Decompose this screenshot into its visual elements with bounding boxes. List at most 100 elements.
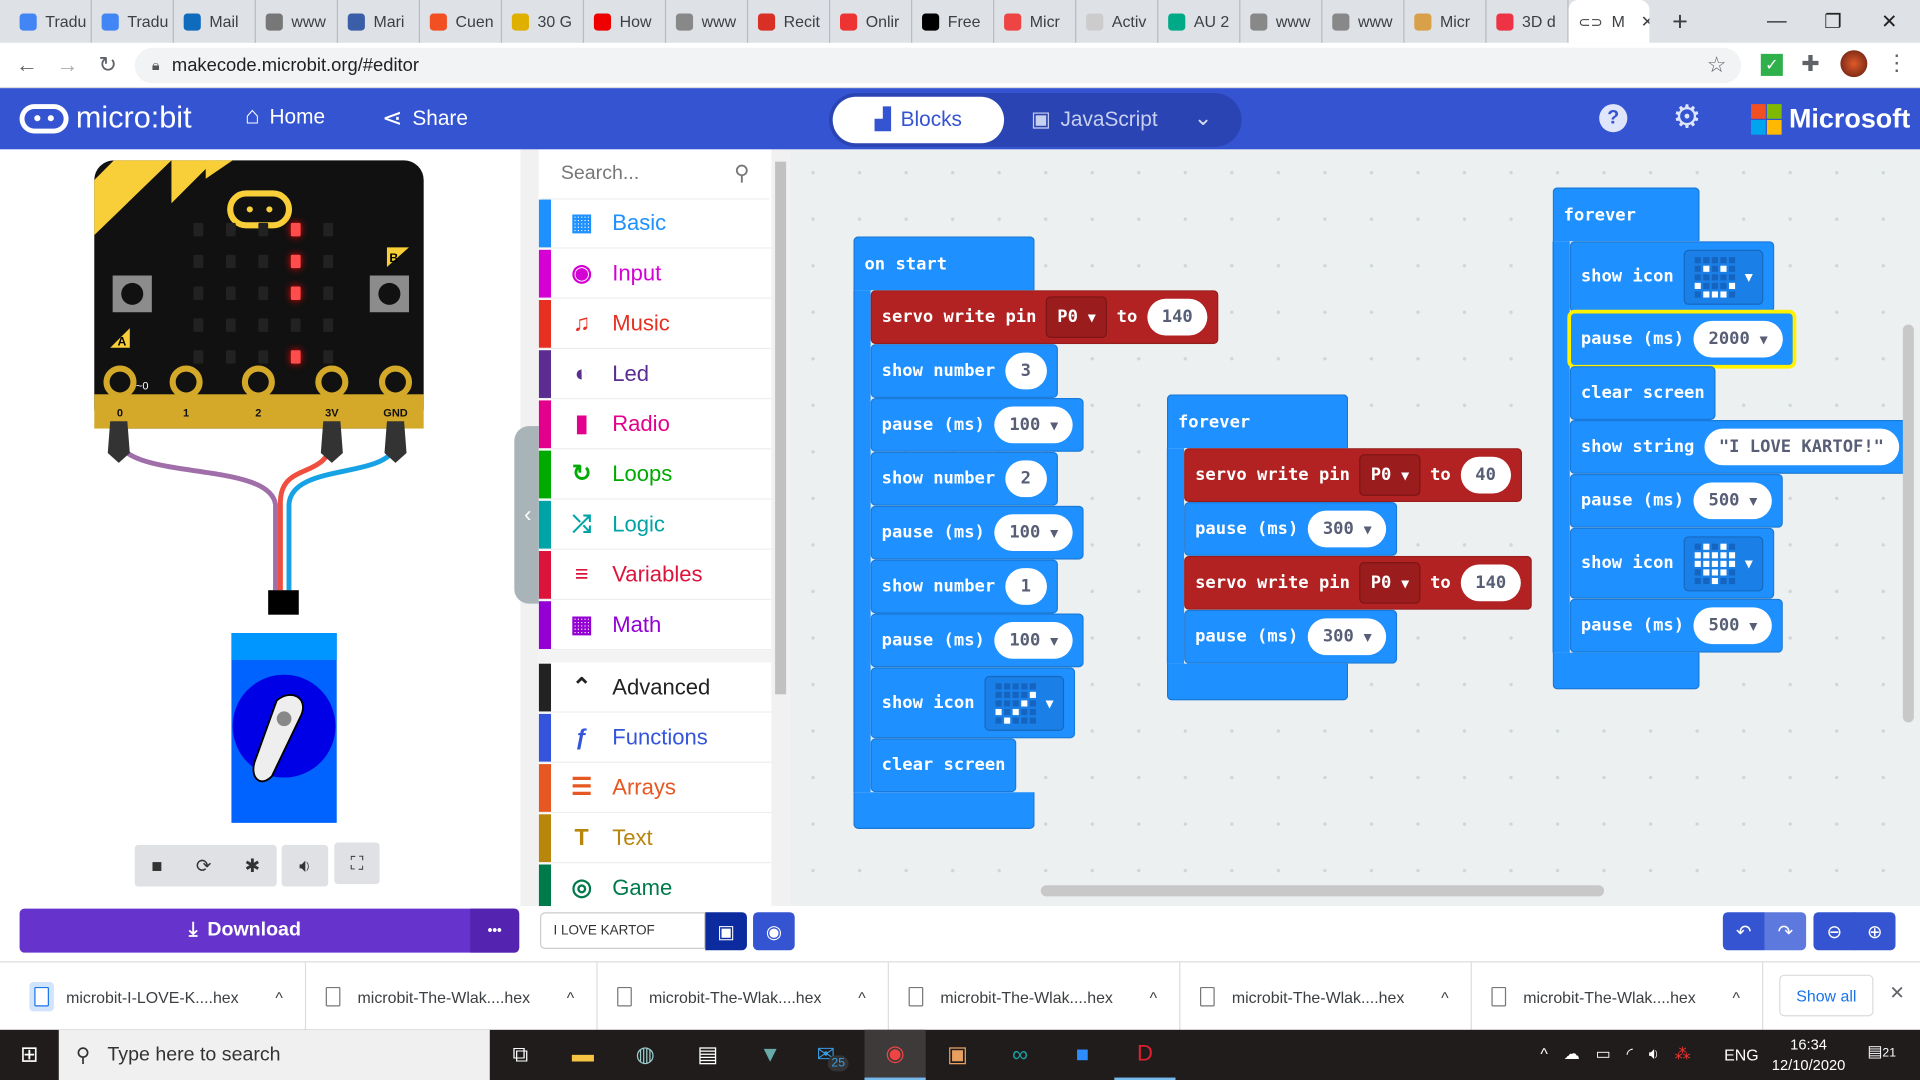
event-block-forever[interactable]: forever <box>1553 187 1700 241</box>
microsoft-logo[interactable]: Microsoft <box>1751 103 1910 135</box>
toolbox-search-input[interactable]: Search...⚲ <box>541 149 769 199</box>
mail-icon[interactable]: ✉25 <box>802 1030 863 1080</box>
value-dropdown[interactable]: 500▼ <box>1694 607 1772 644</box>
pause-ms-block[interactable]: pause (ms)100▼ <box>871 398 1084 452</box>
predator-icon[interactable]: ▼ <box>740 1030 801 1080</box>
pin-dropdown[interactable]: P0▼ <box>1360 562 1421 604</box>
restart-icon[interactable]: ⟳ <box>196 855 211 877</box>
value-dropdown[interactable]: 100▼ <box>995 407 1073 444</box>
browser-tab[interactable]: Onlir <box>830 0 912 43</box>
number-input[interactable]: 40 <box>1461 457 1511 494</box>
pause-ms-block[interactable]: pause (ms)500▼ <box>1570 599 1783 653</box>
zoom-app-icon[interactable]: ■ <box>1052 1030 1113 1080</box>
chevron-down-icon[interactable]: ⌄ <box>1194 105 1212 131</box>
browser-tab[interactable]: www <box>1240 0 1322 43</box>
number-input[interactable]: 140 <box>1147 299 1207 336</box>
project-name-input[interactable] <box>540 912 705 949</box>
search-icon[interactable]: ⚲ <box>734 162 749 186</box>
string-input[interactable]: "I LOVE KARTOF!" <box>1704 429 1899 466</box>
extension-check-icon[interactable]: ✓ <box>1761 54 1783 76</box>
javascript-tab[interactable]: ▣JavaScript <box>1031 108 1158 132</box>
download-item[interactable]: microbit-The-Wlak....hex^ <box>1472 962 1763 1031</box>
event-block-on-start[interactable]: on start <box>853 236 1034 290</box>
extensions-puzzle-icon[interactable]: ✚ <box>1801 51 1819 77</box>
toolbox-category-led[interactable]: ◐Led <box>539 350 772 399</box>
download-button[interactable]: ⤓Download ••• <box>20 909 520 953</box>
browser-tab[interactable]: Activ <box>1076 0 1158 43</box>
show-icon-block[interactable]: show icon▼ <box>871 667 1076 738</box>
browser-tab[interactable]: Cuen <box>420 0 502 43</box>
store-icon[interactable]: ▤ <box>677 1030 738 1080</box>
pin-dropdown[interactable]: P0▼ <box>1360 454 1421 496</box>
url-field[interactable]: 🔒︎ makecode.microbit.org/#editor ☆ <box>135 48 1742 84</box>
github-button[interactable]: ◉ <box>753 912 795 950</box>
clock[interactable]: 16:3412/10/2020 <box>1769 1035 1847 1077</box>
browser-tab[interactable]: Free <box>912 0 994 43</box>
microbit-simulator[interactable]: A B 0123VGND ~0 <box>0 149 520 835</box>
new-tab-button[interactable]: + <box>1662 6 1699 38</box>
minimize-button[interactable]: — <box>1749 0 1805 43</box>
help-icon[interactable]: ? <box>1599 104 1627 132</box>
file-explorer-icon[interactable]: ▬ <box>552 1030 613 1080</box>
close-tab-icon[interactable]: ✕ <box>1641 12 1650 32</box>
pin-dropdown[interactable]: P0▼ <box>1046 296 1107 338</box>
zoom-in-button[interactable]: ⊕ <box>1854 912 1896 950</box>
browser-tab[interactable]: www <box>256 0 338 43</box>
blocks-tab[interactable]: ▟Blocks <box>833 97 1004 144</box>
toolbox-category-variables[interactable]: ≡Variables <box>539 551 772 600</box>
icon-picker[interactable]: ▼ <box>1684 536 1764 591</box>
browser-tab[interactable]: Tradu <box>92 0 174 43</box>
toolbox-category-text[interactable]: TText <box>539 814 772 863</box>
bookmark-star-icon[interactable]: ☆ <box>1707 53 1727 79</box>
pause-ms-block[interactable]: pause (ms)100▼ <box>871 613 1084 667</box>
browser-tab[interactable]: AU 2 <box>1158 0 1240 43</box>
back-icon[interactable]: ← <box>12 53 41 79</box>
browser-tab[interactable]: How <box>584 0 666 43</box>
clear-screen-block[interactable]: clear screen <box>871 738 1017 792</box>
value-dropdown[interactable]: 2000▼ <box>1694 321 1783 358</box>
close-shelf-button[interactable]: ✕ <box>1889 982 1904 1004</box>
toolbox-category-loops[interactable]: ↻Loops <box>539 451 772 500</box>
microbit-logo[interactable]: micro:bit <box>20 100 192 136</box>
download-item[interactable]: microbit-The-Wlak....hex^ <box>306 962 597 1031</box>
toolbox-category-advanced[interactable]: ⌃Advanced <box>539 664 772 713</box>
toolbox-category-game[interactable]: ◎Game <box>539 864 772 906</box>
close-window-button[interactable]: ✕ <box>1861 0 1917 43</box>
steam-icon[interactable]: ◍ <box>615 1030 676 1080</box>
debug-bug-icon[interactable]: ✱ <box>245 855 260 877</box>
block-stack[interactable]: forevershow icon▼pause (ms)2000▼clear sc… <box>1553 187 1910 689</box>
show-number-block[interactable]: show number1 <box>871 560 1058 614</box>
mute-button[interactable]: 🔉︎ <box>282 845 329 887</box>
chevron-up-icon[interactable]: ^ <box>858 988 865 1006</box>
value-dropdown[interactable]: 300▼ <box>1308 618 1386 655</box>
arduino-icon[interactable]: ∞ <box>989 1030 1050 1080</box>
stop-icon[interactable]: ■ <box>151 855 162 876</box>
toolbox-category-music[interactable]: ♫Music <box>539 300 772 349</box>
event-block-forever[interactable]: forever <box>1167 394 1348 448</box>
task-view-icon[interactable]: ⧉ <box>490 1030 551 1080</box>
chevron-up-icon[interactable]: ^ <box>1733 988 1740 1006</box>
value-dropdown[interactable]: 100▼ <box>995 622 1073 659</box>
browser-tab[interactable]: Micr <box>994 0 1076 43</box>
browser-tab[interactable]: 3D d <box>1487 0 1569 43</box>
browser-tab[interactable]: Recit <box>748 0 830 43</box>
language-indicator[interactable]: ENG <box>1724 1046 1758 1064</box>
icon-picker[interactable]: ▼ <box>1684 249 1764 304</box>
show-all-button[interactable]: Show all <box>1779 975 1873 1017</box>
number-input[interactable]: 3 <box>1005 353 1047 390</box>
value-dropdown[interactable]: 500▼ <box>1694 482 1772 519</box>
download-more-button[interactable]: ••• <box>470 909 519 953</box>
toolbox-category-input[interactable]: ◉Input <box>539 250 772 299</box>
servo-write-block[interactable]: servo write pinP0▼to140 <box>871 290 1219 344</box>
download-item[interactable]: microbit-I-LOVE-K....hex^ <box>15 962 306 1031</box>
taskbar-search-input[interactable]: ⚲Type here to search <box>59 1030 490 1080</box>
workspace-horizontal-scrollbar[interactable] <box>1041 885 1604 896</box>
browser-tab[interactable]: 30 G <box>502 0 584 43</box>
browser-tab[interactable]: Mari <box>338 0 420 43</box>
browser-tab[interactable]: Micr <box>1404 0 1486 43</box>
show-number-block[interactable]: show number3 <box>871 344 1058 398</box>
toolbox-category-radio[interactable]: ▮Radio <box>539 400 772 449</box>
pause-ms-block[interactable]: pause (ms)100▼ <box>871 506 1084 560</box>
blocks-workspace[interactable]: on startservo write pinP0▼to140show numb… <box>790 149 1920 906</box>
toolbox-category-basic[interactable]: ▦Basic <box>539 200 772 249</box>
